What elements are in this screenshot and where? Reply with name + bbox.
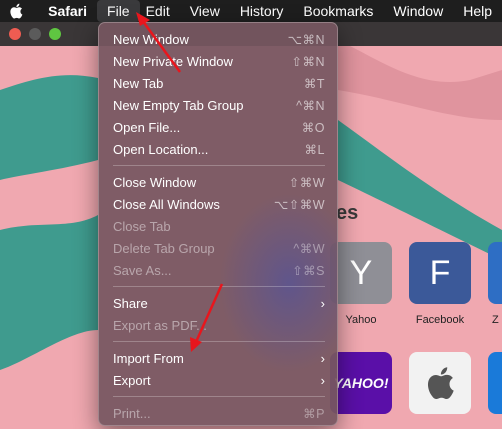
menu-item-shortcut: ⌘P [303, 406, 325, 421]
favorites-heading: es [336, 202, 359, 224]
menu-item-shortcut: ⌘L [304, 142, 325, 157]
favorite-tile-yahoo[interactable]: Y [330, 242, 392, 304]
menu-item-share[interactable]: Share › [99, 292, 337, 314]
menu-help[interactable]: Help [453, 0, 502, 22]
menu-separator [113, 286, 325, 287]
menu-window[interactable]: Window [383, 0, 453, 22]
menu-item-label: Save As... [113, 262, 172, 278]
menu-item-label: Export as PDF... [113, 317, 207, 333]
menu-safari[interactable]: Safari [31, 0, 97, 22]
menu-item-open-location[interactable]: Open Location... ⌘L [99, 138, 337, 160]
favorite-tile-partial-2[interactable] [488, 352, 502, 414]
menu-item-open-file[interactable]: Open File... ⌘O [99, 116, 337, 138]
menu-item-label: Open Location... [113, 141, 209, 157]
menu-item-shortcut: ⌥⇧⌘W [273, 197, 325, 212]
menu-view[interactable]: View [180, 0, 230, 22]
menu-separator [113, 396, 325, 397]
menu-separator [113, 165, 325, 166]
chevron-right-icon: › [320, 295, 325, 311]
tile-letter: Y [349, 253, 373, 292]
menu-item-label: New Tab [113, 75, 164, 91]
tile-letter: F [429, 253, 451, 292]
apple-menu[interactable] [0, 0, 31, 22]
menu-item-new-tab[interactable]: New Tab ⌘T [99, 72, 337, 94]
menu-item-shortcut: ^⌘W [293, 241, 325, 256]
favorite-label-partial: Z [492, 314, 499, 326]
menu-item-shortcut: ⇧⌘S [292, 263, 325, 278]
menu-item-shortcut: ⌘T [303, 76, 325, 91]
favorite-tile-apple[interactable] [409, 352, 471, 414]
menu-item-label: Import From [113, 350, 184, 366]
menu-item-label: Open File... [113, 119, 181, 135]
menu-item-new-empty-tab-group[interactable]: New Empty Tab Group ^⌘N [99, 94, 337, 116]
zoom-window-button[interactable] [49, 28, 61, 40]
menu-item-save-as[interactable]: Save As... ⇧⌘S [99, 259, 337, 281]
menu-item-shortcut: ⌘O [301, 120, 325, 135]
menu-item-new-window[interactable]: New Window ⌥⌘N [99, 28, 337, 50]
menu-item-close-all-windows[interactable]: Close All Windows ⌥⇧⌘W [99, 193, 337, 215]
file-menu-dropdown: New Window ⌥⌘N New Private Window ⇧⌘N Ne… [98, 22, 338, 426]
menu-item-close-window[interactable]: Close Window ⇧⌘W [99, 171, 337, 193]
menu-history[interactable]: History [230, 0, 294, 22]
menu-item-label: Delete Tab Group [113, 240, 215, 256]
chevron-right-icon: › [320, 350, 325, 366]
menu-item-shortcut: ⇧⌘N [291, 54, 325, 69]
menu-item-export-as-pdf[interactable]: Export as PDF... [99, 314, 337, 336]
menu-item-export[interactable]: Export › [99, 369, 337, 391]
menu-item-import-from[interactable]: Import From › [99, 347, 337, 369]
favorite-label-yahoo: Yahoo [345, 314, 377, 326]
apple-icon [9, 3, 22, 19]
menu-item-label: New Empty Tab Group [113, 97, 244, 113]
apple-logo-icon [427, 367, 454, 400]
menu-item-label: Close Tab [113, 218, 171, 234]
menu-file[interactable]: File [97, 0, 140, 22]
menu-item-label: Export [113, 372, 151, 388]
menu-item-new-private-window[interactable]: New Private Window ⇧⌘N [99, 50, 337, 72]
menu-item-label: Close All Windows [113, 196, 220, 212]
menu-item-shortcut: ^⌘N [296, 98, 325, 113]
favorite-tile-yahoo-logo[interactable]: YAHOO! [330, 352, 392, 414]
menu-item-label: New Window [113, 31, 189, 47]
menu-item-label: Close Window [113, 174, 197, 190]
chevron-right-icon: › [320, 372, 325, 388]
menu-item-shortcut: ⌥⌘N [287, 32, 325, 47]
menu-item-label: Share [113, 295, 148, 311]
menu-bookmarks[interactable]: Bookmarks [293, 0, 383, 22]
favorite-label-facebook: Facebook [415, 314, 465, 326]
menu-item-label: New Private Window [113, 53, 233, 69]
menu-separator [113, 341, 325, 342]
favorite-tile-partial[interactable] [488, 242, 502, 304]
menu-item-close-tab[interactable]: Close Tab [99, 215, 337, 237]
menu-edit[interactable]: Edit [140, 0, 180, 22]
menu-bar: Safari File Edit View History Bookmarks … [0, 0, 502, 22]
menu-item-shortcut: ⇧⌘W [288, 175, 325, 190]
yahoo-logo-text: YAHOO! [333, 375, 389, 391]
menu-item-label: Print... [113, 405, 151, 421]
menu-item-print[interactable]: Print... ⌘P [99, 402, 337, 424]
menu-item-delete-tab-group[interactable]: Delete Tab Group ^⌘W [99, 237, 337, 259]
minimize-window-button[interactable] [29, 28, 41, 40]
close-window-button[interactable] [9, 28, 21, 40]
favorite-tile-facebook[interactable]: F [409, 242, 471, 304]
